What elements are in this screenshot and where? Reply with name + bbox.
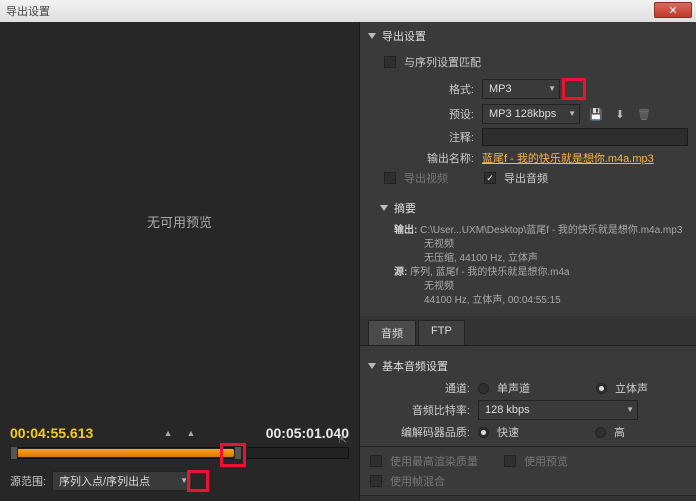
max-quality-checkbox bbox=[370, 455, 382, 467]
export-audio-label: 导出音频 bbox=[504, 170, 548, 186]
highlight-box-format bbox=[562, 78, 586, 100]
match-sequence-checkbox[interactable] bbox=[384, 56, 396, 68]
timecode-out: 00:05:01.040 bbox=[266, 425, 349, 441]
bitrate-label: 音频比特率: bbox=[380, 402, 470, 418]
preview-empty-text: 无可用预览 bbox=[147, 212, 212, 231]
chevron-down-icon: ▼ bbox=[568, 109, 576, 118]
mark-out-icon[interactable]: ▲ bbox=[187, 428, 196, 438]
disclosure-triangle-icon bbox=[368, 33, 376, 39]
frameblend-checkbox bbox=[370, 475, 382, 487]
chevron-down-icon: ▼ bbox=[548, 84, 556, 93]
chevron-down-icon: ▼ bbox=[626, 405, 634, 414]
close-icon: ✕ bbox=[668, 4, 677, 17]
channel-label: 通道: bbox=[380, 380, 470, 396]
output-name-link[interactable]: 蓝尾f - 我的快乐就是想你.m4a.mp3 bbox=[482, 150, 654, 166]
tab-ftp[interactable]: FTP bbox=[418, 320, 465, 345]
comment-input[interactable] bbox=[482, 128, 688, 146]
tab-bar: 音频 FTP bbox=[360, 316, 696, 346]
comment-label: 注释: bbox=[384, 129, 474, 145]
preset-label: 预设: bbox=[384, 106, 474, 122]
preset-select[interactable]: MP3 128kbps ▼ bbox=[482, 104, 580, 124]
preview-area: 无可用预览 bbox=[0, 22, 359, 421]
footer-bar: 估计文件大小: 4 MB 元数据… 队列 bbox=[360, 495, 696, 501]
fast-label: 快速 bbox=[497, 424, 519, 440]
close-button[interactable]: ✕ bbox=[654, 2, 692, 18]
export-audio-checkbox[interactable]: ✓ bbox=[484, 172, 496, 184]
stereo-radio[interactable] bbox=[596, 383, 607, 394]
highlight-box-source bbox=[187, 470, 209, 492]
mark-in-icon[interactable]: ▲ bbox=[164, 428, 173, 438]
summary-header[interactable]: 摘要 bbox=[360, 194, 696, 222]
settings-panel: 导出设置 与序列设置匹配 格式: MP3 ▼ 预设: MP3 128kbps ▼ bbox=[360, 22, 696, 501]
match-sequence-label: 与序列设置匹配 bbox=[404, 54, 481, 70]
format-label: 格式: bbox=[384, 81, 474, 97]
high-radio[interactable] bbox=[595, 427, 606, 438]
format-select[interactable]: MP3 ▼ bbox=[482, 79, 560, 99]
use-preview-checkbox bbox=[504, 455, 516, 467]
fit-icon[interactable]: ⇱ bbox=[339, 435, 347, 446]
window-title: 导出设置 bbox=[6, 3, 50, 19]
quality-label: 编解码器品质: bbox=[380, 424, 470, 440]
high-label: 高 bbox=[614, 424, 625, 440]
titlebar: 导出设置 ✕ bbox=[0, 0, 696, 22]
audio-settings-header[interactable]: 基本音频设置 bbox=[368, 354, 688, 378]
mono-radio[interactable] bbox=[478, 383, 489, 394]
stereo-label: 立体声 bbox=[615, 380, 648, 396]
disclosure-triangle-icon bbox=[380, 205, 388, 211]
mono-label: 单声道 bbox=[497, 380, 530, 396]
timecode-in[interactable]: 00:04:55.613 bbox=[10, 425, 93, 441]
max-quality-label: 使用最高渲染质量 bbox=[390, 453, 478, 469]
tab-audio[interactable]: 音频 bbox=[368, 320, 416, 345]
highlight-box-slider bbox=[220, 443, 246, 467]
import-preset-icon[interactable]: ⬇ bbox=[612, 106, 628, 122]
disclosure-triangle-icon bbox=[368, 363, 376, 369]
use-preview-label: 使用预览 bbox=[524, 453, 568, 469]
source-range-label: 源范围: bbox=[10, 473, 46, 489]
export-video-label: 导出视频 bbox=[404, 170, 448, 186]
preview-panel: 无可用预览 00:04:55.613 ▲ ▲ 00:05:01.040 ⇱ 源范… bbox=[0, 22, 360, 501]
fast-radio[interactable] bbox=[478, 427, 489, 438]
source-range-select[interactable]: 序列入点/序列出点 ▼ bbox=[52, 471, 192, 491]
frameblend-label: 使用帧混合 bbox=[390, 473, 445, 489]
range-slider[interactable]: ⇱ bbox=[10, 447, 349, 463]
save-preset-icon[interactable]: 💾 bbox=[588, 106, 604, 122]
summary-block: 输出: C:\User...UXM\Desktop\蓝尾f - 我的快乐就是想你… bbox=[360, 222, 696, 316]
output-name-label: 输出名称: bbox=[384, 150, 474, 166]
export-settings-header[interactable]: 导出设置 bbox=[360, 22, 696, 50]
bitrate-select[interactable]: 128 kbps ▼ bbox=[478, 400, 638, 420]
export-video-checkbox bbox=[384, 172, 396, 184]
delete-preset-icon: 🗑 bbox=[636, 106, 652, 122]
